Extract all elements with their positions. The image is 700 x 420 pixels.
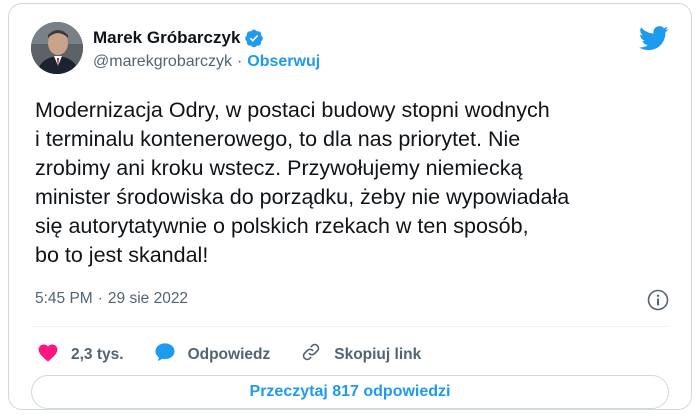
author-name[interactable]: Marek Gróbarczyk bbox=[93, 28, 240, 48]
divider bbox=[31, 326, 669, 327]
reply-button[interactable]: Odpowiedz bbox=[154, 342, 271, 367]
verified-badge-icon bbox=[244, 28, 264, 48]
follow-button[interactable]: Obserwuj bbox=[247, 53, 320, 71]
tweet-text: Modernizacja Odry, w postaci budowy stop… bbox=[35, 98, 570, 267]
speech-bubble-icon bbox=[154, 342, 176, 367]
tweet-date: 29 sie 2022 bbox=[107, 290, 189, 307]
tweet-timestamp[interactable]: 5:45 PM · 29 sie 2022 bbox=[35, 290, 188, 308]
timestamp-separator: · bbox=[97, 290, 103, 307]
info-icon[interactable] bbox=[647, 289, 669, 316]
read-replies-button[interactable]: Przeczytaj 817 odpowiedzi bbox=[31, 375, 669, 409]
separator-dot: · bbox=[236, 52, 243, 70]
tweet-time: 5:45 PM bbox=[35, 290, 93, 307]
tweet-card: Marek Gróbarczyk @marekgrobarczyk · Obse… bbox=[8, 3, 692, 410]
copy-link-button[interactable]: Skopiuj link bbox=[300, 341, 421, 368]
like-button[interactable]: 2,3 tys. bbox=[37, 342, 124, 367]
heart-icon bbox=[37, 342, 59, 367]
likes-count: 2,3 tys. bbox=[71, 345, 124, 363]
reply-label: Odpowiedz bbox=[187, 345, 271, 363]
author-handle[interactable]: @marekgrobarczyk bbox=[93, 53, 232, 71]
author-block: Marek Gróbarczyk @marekgrobarczyk · Obse… bbox=[93, 26, 320, 71]
link-icon bbox=[300, 341, 322, 368]
twitter-bird-icon[interactable] bbox=[639, 26, 669, 56]
avatar[interactable] bbox=[31, 22, 83, 74]
action-bar: 2,3 tys. Odpowiedz Skopiuj link bbox=[37, 341, 451, 368]
copy-link-label: Skopiuj link bbox=[334, 345, 422, 363]
tweet-header: Marek Gróbarczyk @marekgrobarczyk · Obse… bbox=[31, 22, 320, 74]
